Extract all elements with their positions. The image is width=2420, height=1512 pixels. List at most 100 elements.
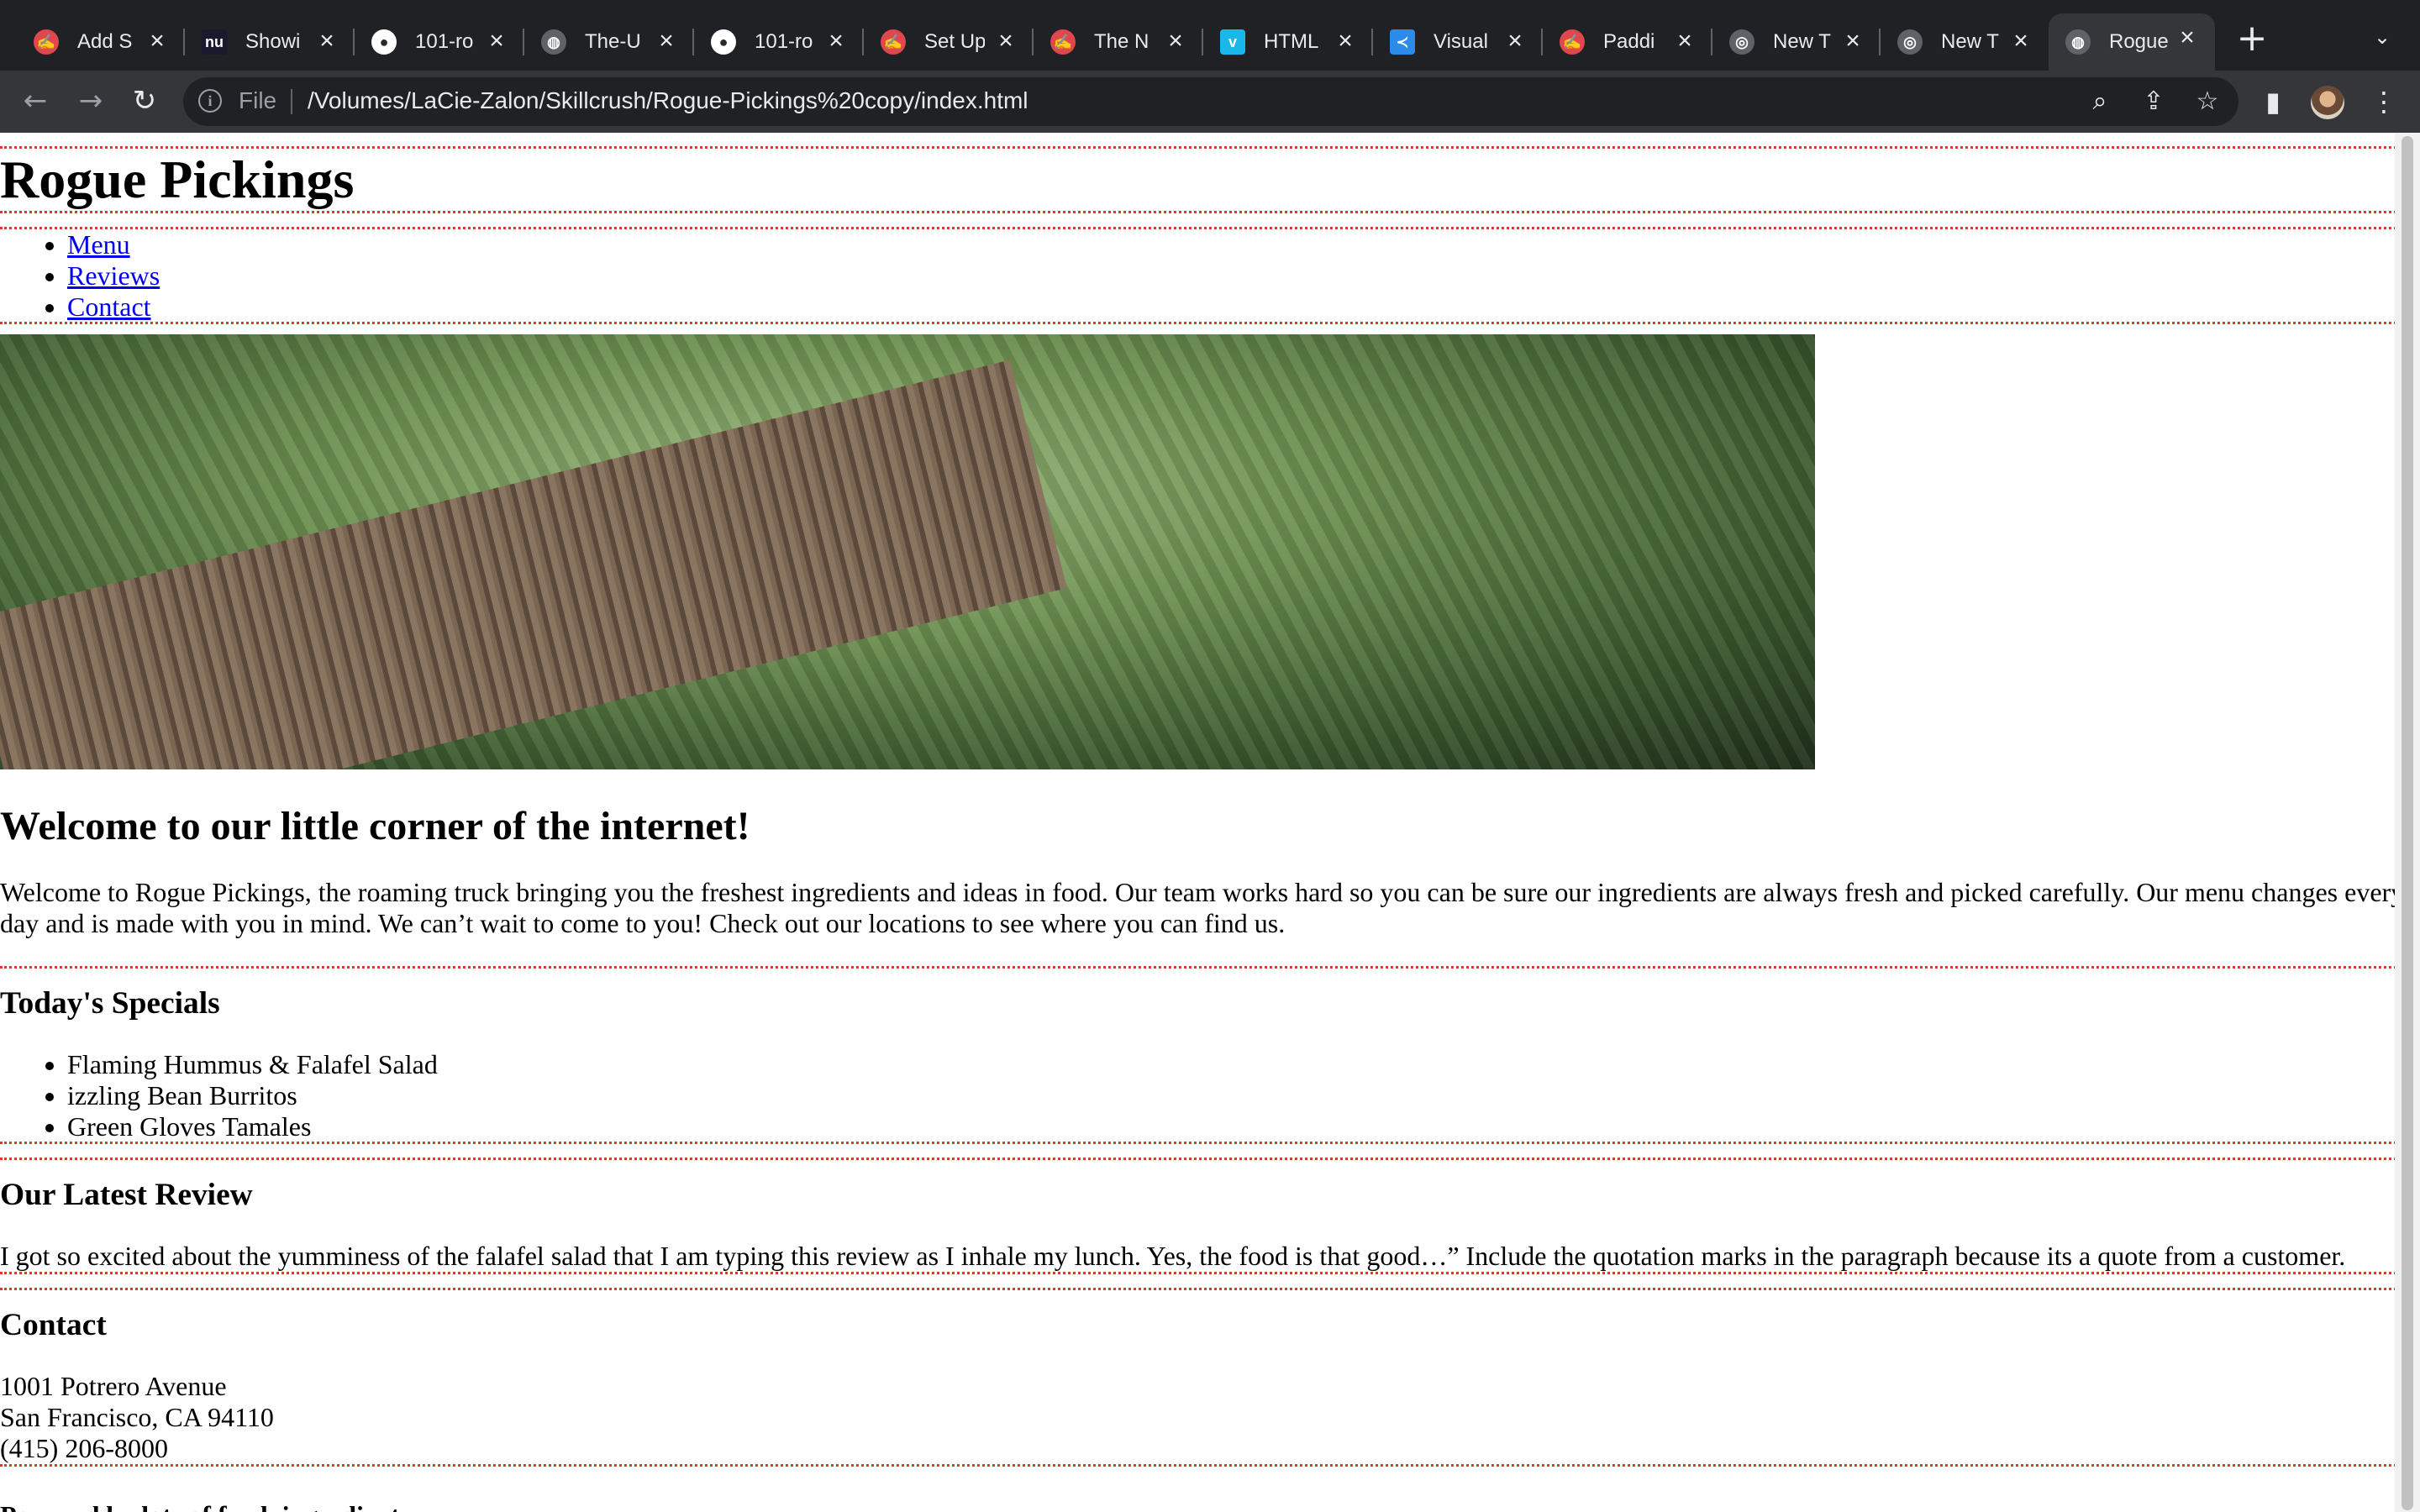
skillcrush-icon: ✍ — [1050, 29, 1076, 55]
site-title: Rogue Pickings — [0, 150, 355, 209]
info-icon[interactable]: i — [198, 89, 222, 113]
tab-title: Showi — [245, 30, 301, 53]
back-icon[interactable]: ← — [17, 82, 54, 119]
page-viewport: Rogue Pickings Menu Reviews Contact Welc… — [0, 133, 2420, 1512]
close-icon[interactable]: × — [484, 29, 509, 54]
scrollbar-thumb[interactable] — [2402, 136, 2413, 1510]
tab[interactable]: v HTML × — [1203, 17, 1373, 67]
specials-section: Today's Specials Flaming Hummus & Falafe… — [0, 965, 2407, 1145]
globe-icon: ◍ — [541, 29, 566, 55]
close-icon[interactable]: × — [1672, 29, 1697, 54]
browser-toolbar: ← → ↻ i File /Volumes/LaCie-Zalon/Skillc… — [0, 71, 2420, 133]
menu-kebab-icon[interactable]: ⋮ — [2368, 86, 2400, 118]
tab-title: The N — [1094, 30, 1150, 53]
tab-title: New T — [1773, 30, 1831, 53]
close-icon[interactable]: × — [1333, 29, 1358, 54]
review-heading: Our Latest Review — [0, 1178, 253, 1213]
nav-link-contact[interactable]: Contact — [67, 291, 151, 322]
specials-heading: Today's Specials — [0, 985, 220, 1021]
tab[interactable]: ≺ Visual × — [1373, 17, 1543, 67]
tab[interactable]: ● 101-ro × — [355, 17, 524, 67]
contact-address: 1001 Potrero Avenue San Francisco, CA 94… — [0, 1371, 2407, 1463]
review-section: Our Latest Review I got so excited about… — [0, 1158, 2407, 1275]
url-text[interactable]: /Volumes/LaCie-Zalon/Skillcrush/Rogue-Pi… — [308, 87, 1028, 114]
list-item: Flaming Hummus & Falafel Salad — [67, 1049, 2407, 1080]
hero-image-green-beans — [0, 334, 1815, 770]
address-line-1: 1001 Potrero Avenue — [0, 1371, 227, 1402]
welcome-paragraph: Welcome to Rogue Pickings, the roaming t… — [0, 877, 2405, 939]
tab[interactable]: ◎ New T × — [1712, 17, 1881, 67]
contact-heading: Contact — [0, 1308, 107, 1343]
tab-title: Paddi — [1603, 30, 1655, 53]
reload-icon[interactable]: ↻ — [126, 82, 163, 119]
skillcrush-icon: ✍ — [881, 29, 906, 55]
new-tab-button[interactable]: + — [2235, 20, 2269, 57]
welcome-section: Welcome to our little corner of the inte… — [0, 803, 2407, 939]
tab-title: 101-ro — [415, 30, 474, 53]
nu-icon: nu — [202, 29, 227, 55]
github-icon: ● — [371, 29, 397, 55]
divider — [291, 89, 292, 114]
chrome-icon: ◎ — [1897, 29, 1923, 55]
nav-item-contact: Contact — [67, 291, 2407, 323]
bookmark-star-icon[interactable]: ☆ — [2193, 87, 2222, 116]
close-icon[interactable]: × — [1163, 29, 1188, 54]
close-icon[interactable]: × — [654, 29, 679, 54]
page: Rogue Pickings Menu Reviews Contact Welc… — [0, 133, 2407, 1512]
tab-title: Visual — [1434, 30, 1488, 53]
zoom-icon[interactable]: ⌕ — [2086, 87, 2114, 116]
close-icon[interactable]: × — [145, 29, 170, 54]
scheme-label: File — [239, 87, 277, 113]
tab-title: Add S — [77, 30, 133, 53]
list-item: Green Gloves Tamales — [67, 1111, 2407, 1142]
share-icon[interactable]: ⇪ — [2139, 87, 2168, 116]
site-nav: Menu Reviews Contact — [0, 227, 2407, 325]
chrome-icon: ◎ — [1729, 29, 1754, 55]
skillcrush-icon: ✍ — [1560, 29, 1585, 55]
tab[interactable]: ✍ The N × — [1034, 17, 1203, 67]
close-icon[interactable]: × — [2008, 29, 2033, 54]
tab[interactable]: ◎ New T × — [1881, 17, 2049, 67]
tab[interactable]: ✍ Paddi × — [1543, 17, 1712, 67]
close-icon[interactable]: × — [993, 29, 1018, 54]
tab-active[interactable]: ◍ Rogue × — [2049, 13, 2215, 71]
tab-title: Set Up — [924, 30, 985, 53]
close-icon[interactable]: × — [1502, 29, 1528, 54]
tab-title: 101-ro — [755, 30, 813, 53]
nav-item-reviews: Reviews — [67, 260, 2407, 291]
close-icon[interactable]: × — [823, 29, 849, 54]
nav-link-reviews[interactable]: Reviews — [67, 260, 160, 291]
github-icon: ● — [711, 29, 736, 55]
browser-chrome: ✍ Add S × nu Showi × ● 101-ro × ◍ The-U … — [0, 0, 2420, 133]
address-bar[interactable]: i File /Volumes/LaCie-Zalon/Skillcrush/R… — [183, 77, 2238, 126]
tab-title: Rogue — [2109, 30, 2169, 53]
welcome-heading: Welcome to our little corner of the inte… — [0, 804, 750, 849]
footer-text: Powered by lots of fresh ingredients. — [0, 1500, 2407, 1512]
site-footer: Powered by lots of fresh ingredients. — [0, 1500, 2407, 1512]
tab[interactable]: nu Showi × — [185, 17, 355, 67]
tab[interactable]: ● 101-ro × — [694, 17, 864, 67]
skillcrush-icon: ✍ — [34, 29, 59, 55]
vscode-icon: ≺ — [1390, 29, 1415, 55]
tab[interactable]: ✍ Add S × — [17, 17, 185, 67]
site-header: Rogue Pickings — [0, 146, 2407, 213]
tab[interactable]: ◍ The-U × — [524, 17, 694, 67]
nav-link-menu[interactable]: Menu — [67, 229, 130, 260]
contact-section: Contact 1001 Potrero Avenue San Francisc… — [0, 1288, 2407, 1467]
tab-title: New T — [1941, 30, 1999, 53]
side-panel-icon[interactable]: ▮ — [2257, 86, 2289, 118]
close-icon[interactable]: × — [2175, 25, 2200, 50]
avatar[interactable] — [2311, 86, 2344, 119]
vertical-scrollbar[interactable] — [2395, 133, 2420, 1512]
tab-search-icon[interactable]: ⌄ — [2370, 25, 2395, 50]
review-paragraph: I got so excited about the yumminess of … — [0, 1241, 2346, 1272]
tab[interactable]: ✍ Set Up × — [864, 17, 1034, 67]
close-icon[interactable]: × — [314, 29, 339, 54]
phone-number: (415) 206-8000 — [0, 1432, 168, 1463]
vimeo-icon: v — [1220, 29, 1245, 55]
forward-icon[interactable]: → — [72, 82, 109, 119]
list-item: izzling Bean Burritos — [67, 1080, 2407, 1111]
close-icon[interactable]: × — [1840, 29, 1865, 54]
nav-item-menu: Menu — [67, 229, 2407, 260]
globe-icon: ◍ — [2065, 29, 2091, 55]
